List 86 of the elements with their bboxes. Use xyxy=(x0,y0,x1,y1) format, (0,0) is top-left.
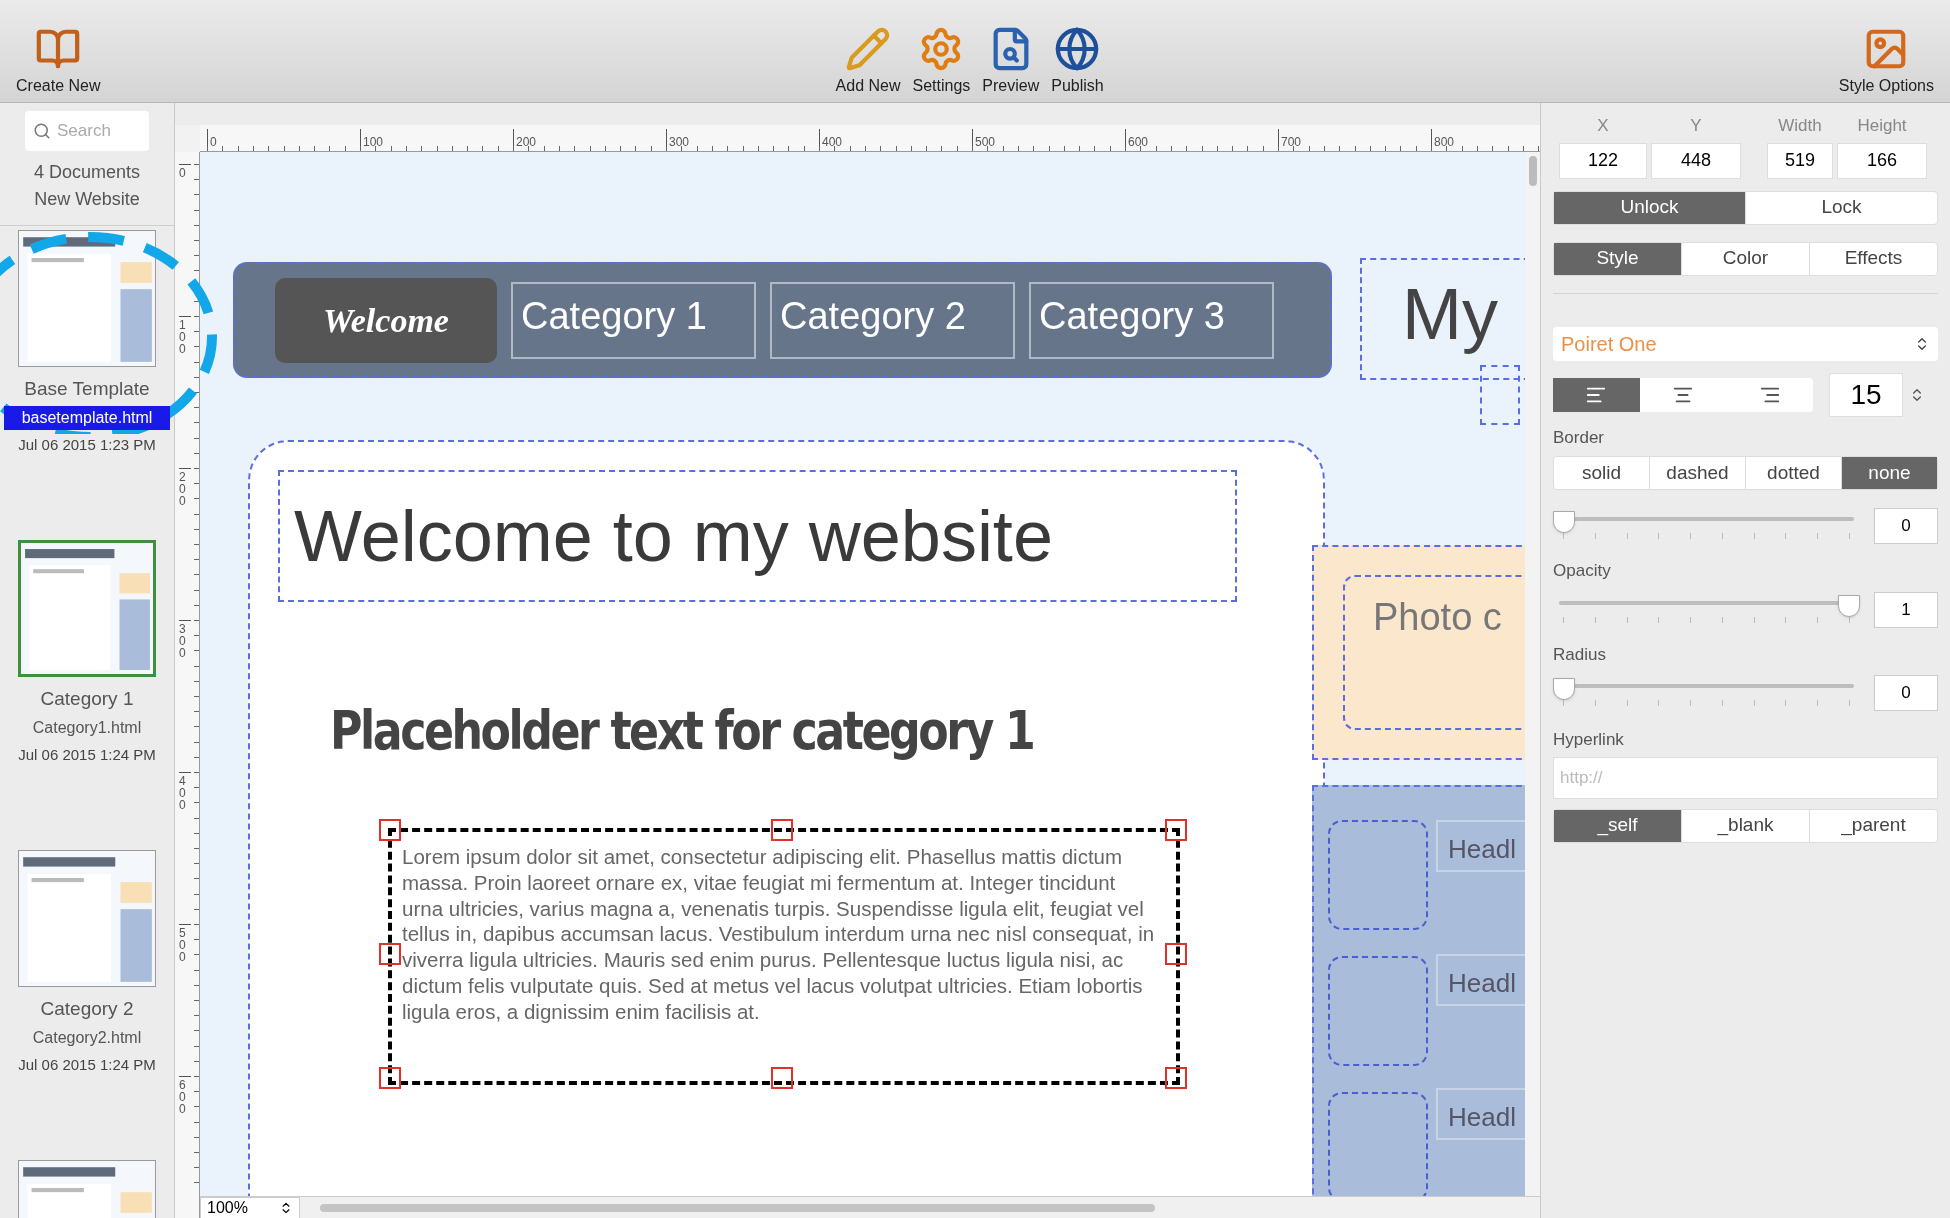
toolbar-button[interactable]: Create New xyxy=(10,26,107,98)
field-label: Height xyxy=(1856,115,1908,137)
segment-button[interactable]: _parent xyxy=(1809,809,1937,842)
toolbar-button[interactable]: Settings xyxy=(906,26,977,98)
toolbar-button[interactable]: Publish xyxy=(1045,26,1110,98)
slider-thumb[interactable] xyxy=(1553,678,1575,700)
ruler-label: 100 xyxy=(179,319,187,355)
ruler-label: 0 xyxy=(179,167,187,179)
resize-handle[interactable] xyxy=(379,819,401,841)
project-name: New Website xyxy=(34,188,140,211)
ruler-label: 300 xyxy=(669,135,690,149)
resize-handle[interactable] xyxy=(1165,1067,1187,1089)
ruler-label: 500 xyxy=(975,135,996,149)
nav-tab[interactable]: Welcome xyxy=(275,277,497,363)
body-text: Lorem ipsum dolor sit amet, consectetur adipiscing elit. Phasellus mattis dictum massa. Proin laoreet ornare ex, vitae feugiat mi fermentum at. Integer tincidunt urna ultricies, varius magna a, venenatis turpis. Suspendisse ligula elit, feugiat vel tellus in, dapibus accumsan lacus. Vestibulum interdum urna nec nisl consequat, in viverra ligula ultricies. Mauris sed enim purus. Pellentesque luctus ligula nisi, ac dictum felis vulputate quis. Sed at metus vel lacus volutpat ultricies. Etiam lobortis ligula eros, a dignissim enim facilisis at. xyxy=(402,844,1156,1025)
section-label: Border xyxy=(1553,426,1606,449)
search-icon xyxy=(33,122,51,140)
ruler-label: 200 xyxy=(516,135,537,149)
resize-handle[interactable] xyxy=(379,1067,401,1089)
document-count: 4 Documents xyxy=(33,161,141,184)
ruler-label: 400 xyxy=(822,135,843,149)
hyperlink-field[interactable]: http:// xyxy=(1553,756,1938,799)
document-filename[interactable]: Category1.html xyxy=(24,715,150,740)
document-filename[interactable]: basetemplate.html xyxy=(4,405,170,430)
ruler-label: 700 xyxy=(1281,135,1302,149)
segment-button[interactable]: dashed xyxy=(1649,457,1745,489)
toolbar-button[interactable]: Preview xyxy=(976,26,1046,98)
document-name[interactable]: Base Template xyxy=(24,375,150,404)
ruler-label: 0 xyxy=(210,135,217,149)
font-size-field[interactable]: 15 xyxy=(1829,372,1903,417)
zoom-select[interactable]: 100% xyxy=(200,1196,300,1218)
number-field[interactable]: 519 xyxy=(1767,142,1833,179)
nav-tab[interactable]: Category 3 xyxy=(1029,281,1274,359)
ruler-label: 600 xyxy=(179,1079,187,1115)
section-label: Hyperlink xyxy=(1553,729,1625,751)
resize-handle[interactable] xyxy=(379,943,401,965)
ruler-label: 600 xyxy=(1128,135,1149,149)
document-filename[interactable]: Category2.html xyxy=(24,1025,150,1050)
segment-button[interactable]: Unlock xyxy=(1554,191,1745,224)
ruler-label: 500 xyxy=(179,927,187,963)
nav-tab[interactable]: Category 2 xyxy=(770,281,1015,359)
number-field[interactable]: 448 xyxy=(1651,142,1741,179)
segment-button[interactable]: Effects xyxy=(1809,242,1937,275)
globe-icon xyxy=(1054,26,1101,72)
segment-button[interactable]: _self xyxy=(1554,809,1681,842)
slider-label: Radius xyxy=(1553,643,1607,666)
segment-button[interactable]: Style xyxy=(1554,242,1681,275)
category-heading: Placeholder text for category 1 xyxy=(330,698,1034,764)
toolbar-button[interactable]: Add New xyxy=(829,26,907,98)
resize-handle[interactable] xyxy=(771,1067,793,1089)
ruler-label: 800 xyxy=(1434,135,1455,149)
slider-thumb[interactable] xyxy=(1838,594,1860,617)
document-name[interactable]: Category 2 xyxy=(40,995,134,1024)
field-label: X xyxy=(1596,115,1610,137)
segment-button[interactable]: Color xyxy=(1681,242,1809,275)
align-button[interactable] xyxy=(1553,377,1640,412)
toolbar-button[interactable]: Style Options xyxy=(1832,26,1940,98)
resize-handle[interactable] xyxy=(1165,943,1187,965)
slider-label: Opacity xyxy=(1553,560,1612,582)
segment-button[interactable]: solid xyxy=(1554,457,1649,489)
slider-value-field[interactable]: 0 xyxy=(1874,508,1938,544)
resize-handle[interactable] xyxy=(1165,819,1187,841)
document-name[interactable]: Category 1 xyxy=(40,685,134,714)
slider-value-field[interactable]: 0 xyxy=(1874,675,1938,711)
segment-button[interactable]: _blank xyxy=(1681,809,1809,842)
field-label: Y xyxy=(1689,115,1703,137)
page-heading: Welcome to my website xyxy=(278,470,1237,602)
nav-tab[interactable]: Category 1 xyxy=(511,281,756,359)
vertical-scrollbar[interactable] xyxy=(1525,152,1540,1196)
slider-thumb[interactable] xyxy=(1553,511,1575,533)
horizontal-scrollbar[interactable] xyxy=(320,1203,1155,1212)
segment-button[interactable]: Lock xyxy=(1745,191,1937,224)
ruler-label: 400 xyxy=(179,775,187,811)
element-outline xyxy=(1480,365,1520,425)
slider-value-field[interactable]: 1 xyxy=(1874,591,1938,628)
number-field[interactable]: 166 xyxy=(1837,142,1927,179)
ruler-label: 100 xyxy=(363,135,384,149)
ruler-label: 200 xyxy=(179,471,187,507)
photo-caption: Photo c xyxy=(1373,596,1502,638)
search-field[interactable]: Search xyxy=(25,111,149,151)
segment-button[interactable]: none xyxy=(1841,457,1937,489)
resize-handle[interactable] xyxy=(771,819,793,841)
number-field[interactable]: 122 xyxy=(1559,142,1647,179)
pencil-icon xyxy=(845,26,892,72)
field-label: Width xyxy=(1777,115,1823,137)
ruler-label: 300 xyxy=(179,623,187,659)
